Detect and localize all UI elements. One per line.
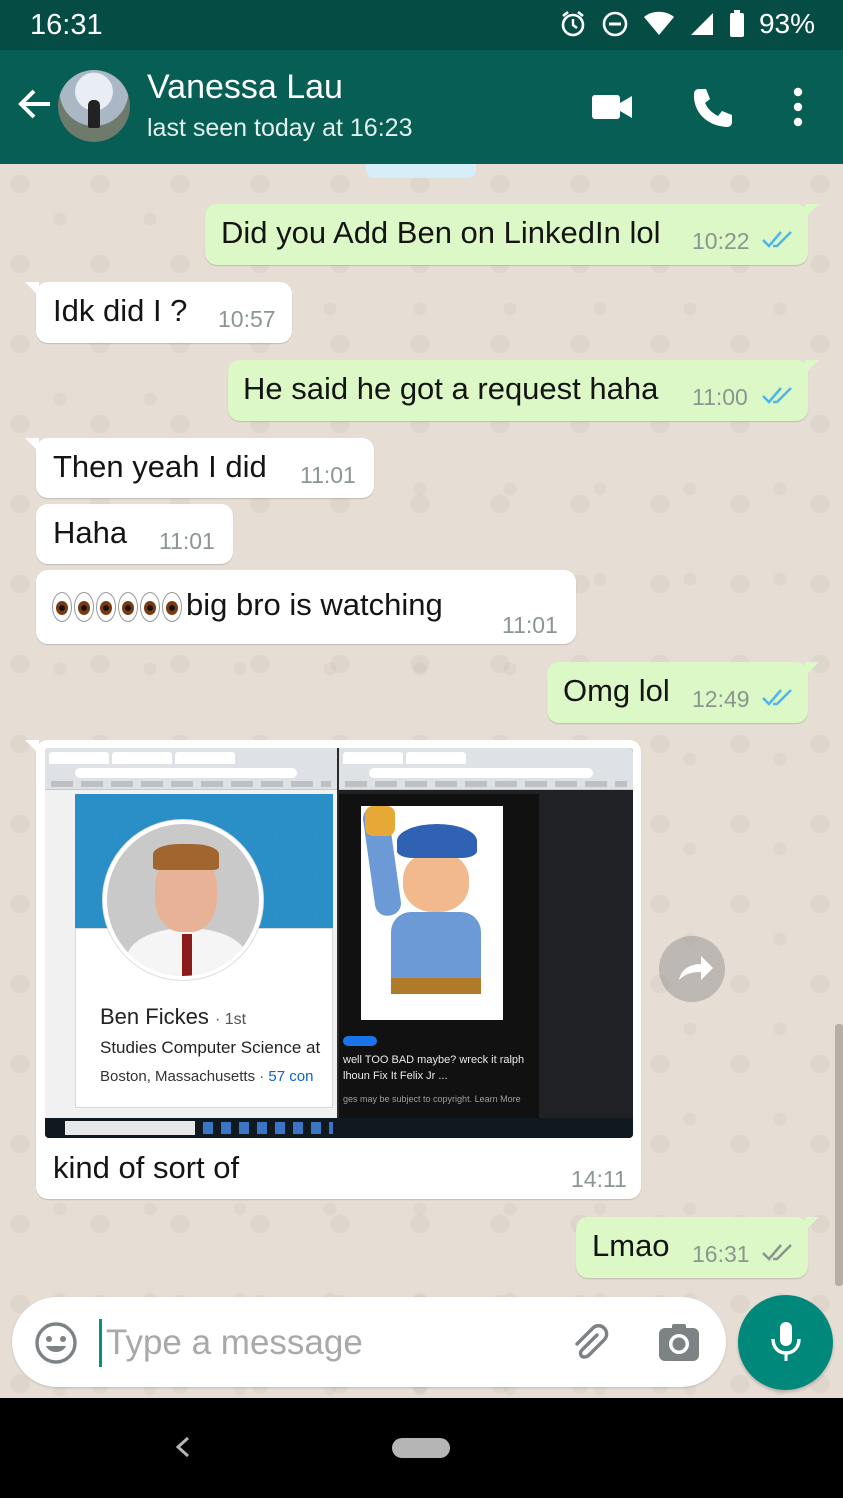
message-input[interactable] bbox=[106, 1317, 536, 1369]
do-not-disturb-icon bbox=[602, 11, 628, 37]
message-text: Haha bbox=[53, 515, 128, 550]
message-text: big bro is watching bbox=[186, 587, 443, 622]
ralph-image bbox=[361, 806, 503, 1020]
alarm-icon bbox=[561, 10, 585, 37]
search-caption-2: lhoun Fix It Felix Jr ... bbox=[343, 1070, 448, 1082]
message-time: 11:01 bbox=[502, 612, 558, 638]
message-text: Then yeah I did bbox=[53, 449, 267, 484]
message-time: 11:01 bbox=[159, 528, 215, 554]
read-receipt-icon bbox=[762, 387, 792, 404]
voice-message-button[interactable] bbox=[738, 1295, 833, 1390]
voice-call-icon[interactable] bbox=[689, 84, 735, 130]
forward-icon[interactable] bbox=[659, 936, 725, 1002]
message-incoming-image[interactable]: Ben Fickes · 1st Studies Computer Scienc… bbox=[25, 740, 641, 1199]
message-text-row: big bro is watching bbox=[52, 587, 443, 623]
message-text: He said he got a request haha bbox=[243, 371, 659, 406]
battery-percent: 93% bbox=[758, 8, 815, 39]
message-list[interactable]: Did you Add Ben on LinkedIn lol 10:22 Id… bbox=[0, 164, 843, 1398]
message-time: 11:00 bbox=[692, 384, 748, 410]
image-search-panel: well TOO BAD maybe? wreck it ralph lhoun… bbox=[339, 748, 633, 1118]
profile-photo bbox=[103, 820, 263, 980]
contact-last-seen[interactable]: last seen today at 16:23 bbox=[147, 114, 412, 143]
video-call-icon[interactable] bbox=[589, 84, 635, 130]
screenshot-image[interactable]: Ben Fickes · 1st Studies Computer Scienc… bbox=[45, 748, 633, 1138]
message-time: 12:49 bbox=[692, 686, 750, 712]
message-incoming[interactable]: Haha 11:01 bbox=[36, 504, 233, 564]
message-time: 10:57 bbox=[218, 306, 276, 332]
signal-icon bbox=[690, 13, 713, 35]
profile-name-row: Ben Fickes · 1st bbox=[100, 1004, 246, 1030]
back-arrow-icon[interactable] bbox=[14, 84, 54, 124]
message-composer bbox=[12, 1297, 726, 1387]
nav-back-icon[interactable] bbox=[170, 1432, 196, 1462]
read-receipt-icon bbox=[762, 231, 792, 248]
message-text: Idk did I ? bbox=[53, 293, 188, 328]
profile-connections: · 57 con bbox=[259, 1068, 314, 1085]
delivered-receipt-icon bbox=[762, 1244, 792, 1261]
message-outgoing[interactable]: Omg lol 12:49 bbox=[547, 662, 819, 723]
message-incoming[interactable]: big bro is watching 11:01 bbox=[36, 570, 576, 644]
profile-location: Boston, Massachusetts bbox=[100, 1068, 256, 1085]
status-icons: 93% bbox=[559, 8, 815, 40]
camera-icon[interactable] bbox=[658, 1323, 700, 1363]
message-time: 11:01 bbox=[300, 462, 356, 488]
attach-icon[interactable] bbox=[567, 1321, 611, 1365]
source-chip bbox=[343, 1036, 377, 1046]
profile-degree: · 1st bbox=[214, 1011, 247, 1028]
profile-name: Ben Fickes bbox=[100, 1004, 209, 1029]
microphone-icon bbox=[771, 1322, 801, 1361]
battery-icon bbox=[729, 10, 744, 37]
eyes-emoji bbox=[52, 591, 182, 622]
message-time: 14:11 bbox=[571, 1166, 627, 1192]
profile-headline: Studies Computer Science at bbox=[100, 1038, 321, 1057]
status-bar: 16:31 93% bbox=[0, 0, 843, 50]
text-cursor bbox=[99, 1319, 102, 1367]
message-text: Omg lol bbox=[563, 673, 670, 708]
message-outgoing[interactable]: Did you Add Ben on LinkedIn lol 10:22 bbox=[205, 204, 819, 265]
windows-taskbar bbox=[45, 1118, 633, 1138]
status-time: 16:31 bbox=[30, 9, 103, 41]
wifi-icon bbox=[643, 11, 674, 35]
message-text: Lmao bbox=[592, 1228, 670, 1263]
date-pill bbox=[366, 164, 476, 178]
message-text: Did you Add Ben on LinkedIn lol bbox=[221, 215, 661, 250]
message-outgoing[interactable]: He said he got a request haha 11:00 bbox=[228, 360, 819, 421]
contact-name[interactable]: Vanessa Lau bbox=[147, 68, 343, 107]
message-time: 10:22 bbox=[692, 228, 750, 254]
linkedin-panel: Ben Fickes · 1st Studies Computer Scienc… bbox=[45, 748, 337, 1118]
message-time: 16:31 bbox=[692, 1241, 750, 1267]
emoji-icon[interactable] bbox=[34, 1321, 78, 1365]
more-options-icon[interactable] bbox=[782, 84, 828, 130]
message-incoming[interactable]: Idk did I ? 10:57 bbox=[25, 282, 292, 343]
message-incoming[interactable]: Then yeah I did 11:01 bbox=[25, 438, 374, 498]
message-text: kind of sort of bbox=[53, 1150, 240, 1185]
message-outgoing[interactable]: Lmao 16:31 bbox=[576, 1217, 819, 1278]
profile-location-row: Boston, Massachusetts · 57 con bbox=[100, 1068, 313, 1085]
search-copyright: ges may be subject to copyright. Learn M… bbox=[343, 1094, 521, 1104]
read-receipt-icon bbox=[762, 689, 792, 706]
contact-avatar[interactable] bbox=[58, 70, 130, 142]
chat-header: Vanessa Lau last seen today at 16:23 bbox=[0, 50, 843, 164]
nav-home-button[interactable] bbox=[392, 1438, 450, 1458]
search-caption: well TOO BAD maybe? wreck it ralph bbox=[343, 1054, 525, 1066]
scrollbar[interactable] bbox=[835, 1024, 843, 1286]
